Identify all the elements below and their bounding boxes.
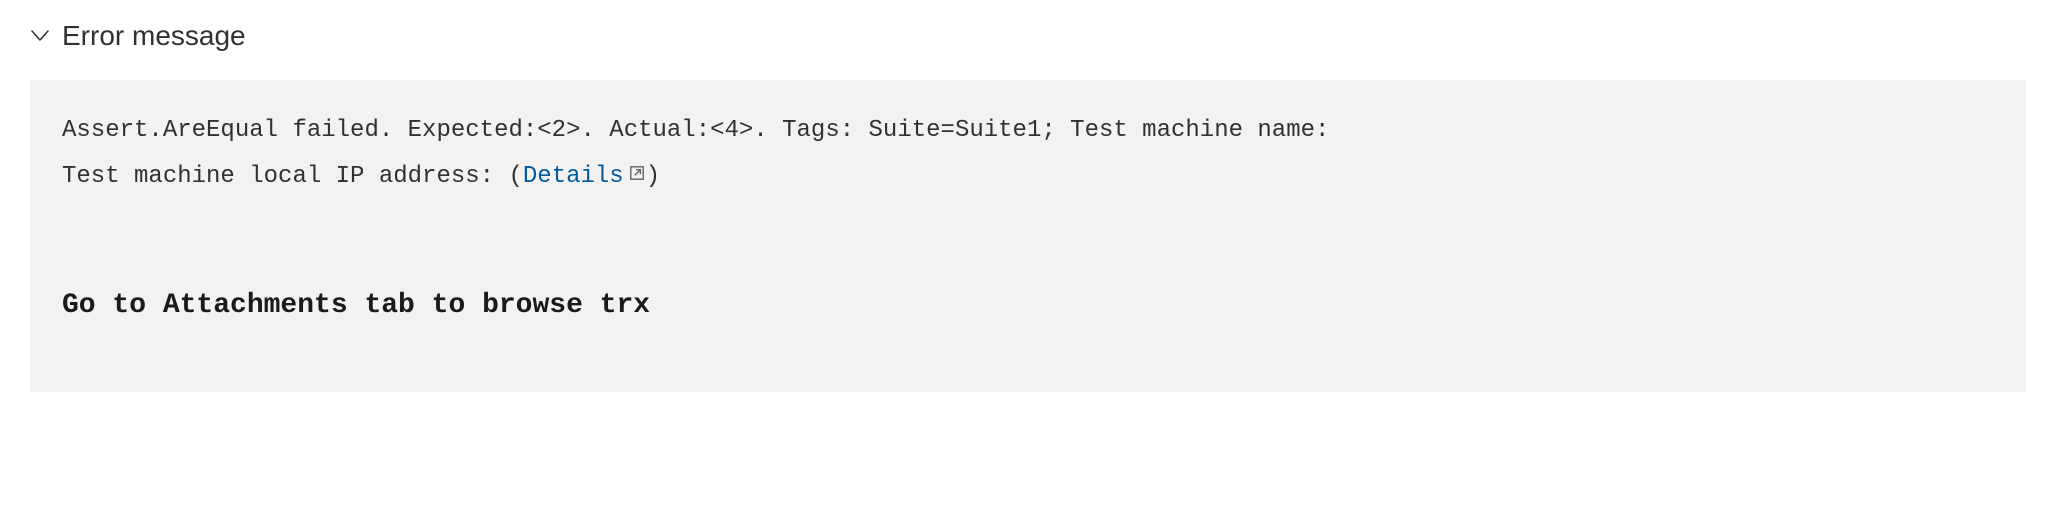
section-title: Error message	[62, 20, 246, 52]
details-link-label: Details	[523, 163, 624, 190]
error-text-block: Assert.AreEqual failed. Expected:<2>. Ac…	[62, 108, 1994, 199]
chevron-down-icon	[30, 26, 50, 46]
details-link[interactable]: Details	[523, 163, 646, 190]
details-link-wrapper: (Details)	[508, 163, 660, 190]
error-line-1: Assert.AreEqual failed. Expected:<2>. Ac…	[62, 117, 1329, 144]
error-message-panel: Assert.AreEqual failed. Expected:<2>. Ac…	[30, 80, 2026, 392]
details-paren-close: )	[646, 163, 660, 190]
details-paren-open: (	[508, 163, 522, 190]
error-message-section-header[interactable]: Error message	[30, 20, 2026, 52]
error-line-2-prefix: Test machine local IP address:	[62, 163, 508, 190]
attachments-note: Go to Attachments tab to browse trx	[62, 279, 1994, 332]
external-link-icon	[628, 154, 646, 200]
